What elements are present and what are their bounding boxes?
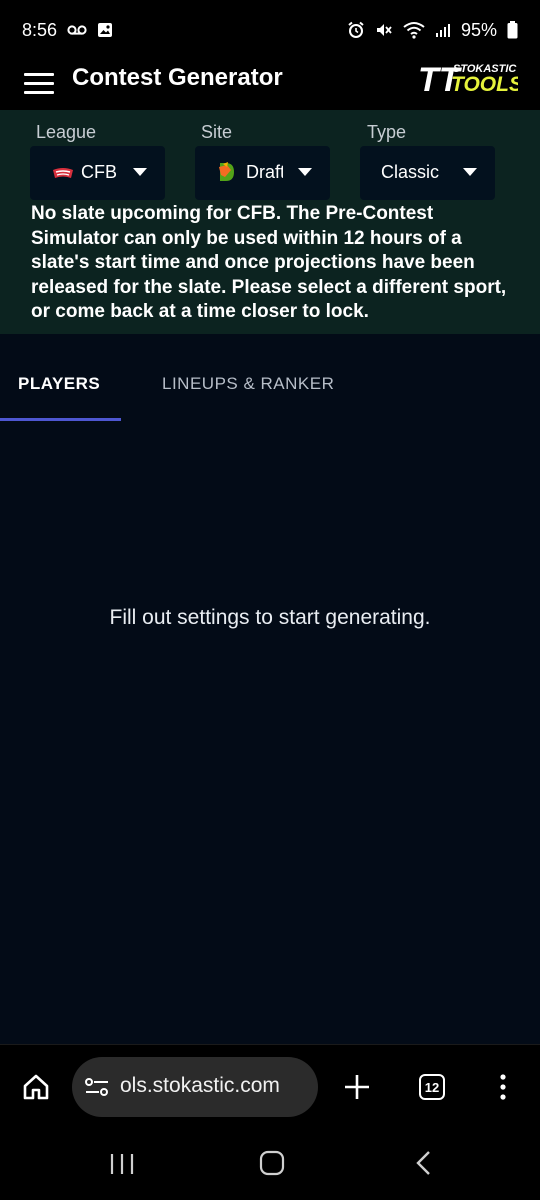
home-button-icon[interactable] [259,1150,285,1181]
image-icon [97,22,113,38]
page-title: Contest Generator [72,64,283,91]
voicemail-icon [67,24,87,36]
main-content: PLAYERS LINEUPS & RANKER Fill out settin… [0,334,540,1044]
empty-state-message: Fill out settings to start generating. [109,606,431,629]
active-tab-indicator [0,418,121,421]
status-bar: 8:56 95% [0,0,540,60]
no-slate-notice: No slate upcoming for CFB. The Pre-Conte… [31,203,507,322]
cfb-flag-icon [52,165,74,186]
browser-toolbar: ols.stokastic.com 12 [0,1044,540,1131]
draftkings-logo-icon [217,161,237,188]
stokastic-tools-logo[interactable]: TT STOKASTIC TOOLS [418,60,523,99]
league-value: CFB [81,162,117,182]
url-text: ols.stokastic.com [120,1074,280,1097]
site-settings-icon[interactable] [84,1076,110,1103]
mute-icon [375,21,393,39]
signal-icon [435,22,451,38]
battery-icon [507,21,518,39]
type-label: Type [367,122,407,142]
recent-apps-icon[interactable] [109,1152,135,1181]
alarm-icon [347,21,365,39]
site-select[interactable]: Draft [195,146,330,200]
chevron-down-icon [133,168,147,176]
settings-panel: League Site Type CFB Draft Classic No sl… [0,110,540,334]
league-select[interactable]: CFB [30,146,165,200]
new-tab-icon[interactable] [344,1074,370,1105]
hamburger-menu-icon[interactable] [24,68,54,98]
more-options-icon[interactable] [498,1074,508,1105]
site-value: Draft [246,162,283,182]
system-navigation-bar [0,1130,540,1200]
tab-switcher-button[interactable]: 12 [419,1074,445,1100]
back-icon[interactable] [414,1150,432,1181]
status-time: 8:56 [22,19,58,40]
league-label: League [36,122,97,142]
type-select[interactable]: Classic [360,146,495,200]
battery-percent: 95% [460,19,497,40]
chevron-down-icon [298,168,312,176]
type-value: Classic [381,162,440,182]
home-icon[interactable] [22,1073,50,1106]
chevron-down-icon [463,168,477,176]
wifi-icon [403,21,425,39]
app-bar: Contest Generator TT STOKASTIC TOOLS [0,60,540,110]
site-label: Site [201,122,233,142]
address-bar[interactable]: ols.stokastic.com [72,1057,318,1117]
tab-players[interactable]: PLAYERS [18,374,100,394]
svg-text:TOOLS: TOOLS [451,73,518,96]
tab-lineups-ranker[interactable]: LINEUPS & RANKER [162,374,334,394]
tab-count: 12 [424,1079,440,1095]
